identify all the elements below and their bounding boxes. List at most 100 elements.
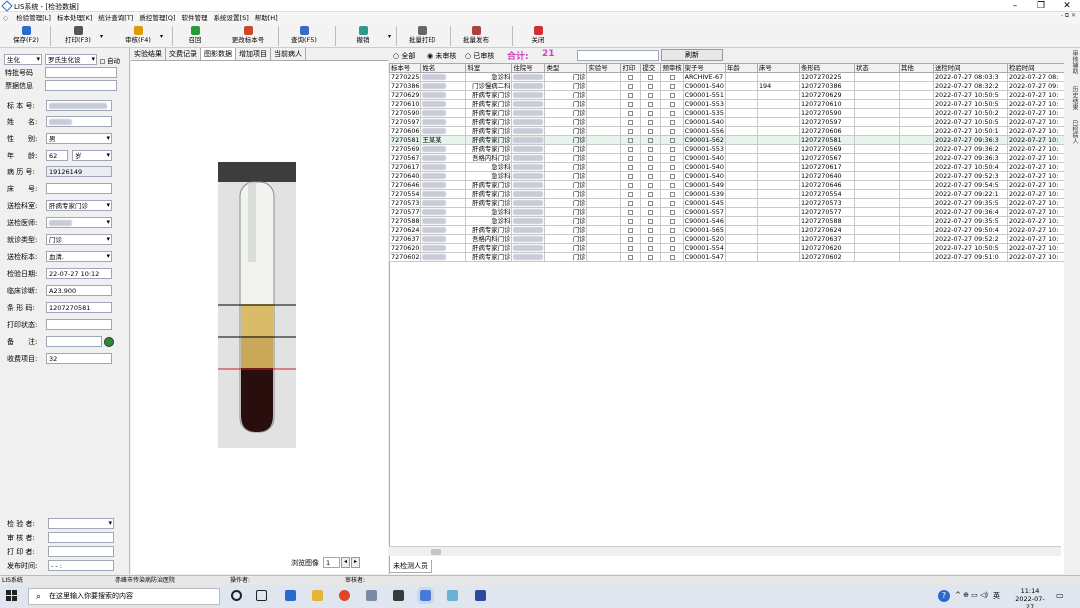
chrome-icon[interactable] [339, 590, 350, 601]
field-input-8[interactable]: 门诊 [46, 234, 112, 245]
field-input-9[interactable]: 血清. [46, 251, 112, 262]
toolbar-button-7[interactable]: 批量打印 [404, 25, 440, 47]
sign-input-2[interactable] [48, 546, 114, 557]
table-row[interactable]: 7270629 肝病专家门诊 门诊 C90001-551 1207270629 2022-… [388, 90, 1066, 100]
tab-1[interactable]: 交费记录 [166, 48, 201, 60]
mdi-controls[interactable]: - ⧉ ✕ [1061, 12, 1076, 20]
row-checkbox[interactable] [628, 83, 634, 89]
toolbar-dropdown-icon-6[interactable]: ▾ [388, 33, 391, 40]
side-tab-0[interactable]: 审核辅助 [1066, 50, 1078, 80]
row-checkbox[interactable] [648, 200, 654, 206]
row-checkbox[interactable] [669, 137, 675, 143]
special-no-input[interactable] [45, 67, 117, 78]
age-unit-select[interactable]: 岁 [72, 150, 112, 161]
table-row[interactable]: 7270606 肝病专家门诊 门诊 C90001-556 1207270606 2022-… [388, 126, 1066, 136]
row-checkbox[interactable] [628, 155, 634, 161]
sign-input-0[interactable] [48, 518, 114, 529]
row-checkbox[interactable] [628, 200, 634, 206]
table-row[interactable]: 7270386 门诊慢病二科 门诊 C90001-540 194 1207270386 20… [388, 81, 1066, 91]
column-header-12[interactable]: 条形码 [798, 63, 855, 73]
row-checkbox[interactable] [669, 83, 675, 89]
row-checkbox[interactable] [628, 218, 634, 224]
browse-image-input[interactable]: 1 [323, 557, 340, 568]
clock[interactable]: 11:14 2022-07-27 [1012, 587, 1048, 608]
side-tab-1[interactable]: 历史结果 [1066, 86, 1078, 116]
tab-2[interactable]: 图影数据 [201, 48, 236, 60]
notification-icon[interactable]: ▭ [1056, 591, 1064, 600]
row-checkbox[interactable] [669, 254, 675, 260]
table-row[interactable]: 7270646 肝病专家门诊 门诊 C90001-549 1207270646 2022-… [388, 180, 1066, 190]
row-checkbox[interactable] [648, 218, 654, 224]
help-icon[interactable]: ? [938, 590, 950, 602]
row-checkbox[interactable] [669, 155, 675, 161]
field-input-4[interactable]: 19126149 [46, 166, 112, 177]
row-checkbox[interactable] [648, 155, 654, 161]
column-header-11[interactable]: 床号 [756, 63, 800, 73]
column-header-15[interactable]: 送检时间 [932, 63, 1008, 73]
column-header-1[interactable]: 姓名 [420, 63, 467, 73]
cortana-icon[interactable] [231, 590, 242, 601]
row-checkbox[interactable] [628, 236, 634, 242]
field-input-3[interactable]: 62 [46, 150, 68, 161]
table-row[interactable]: 7270569 肝病专家门诊 门诊 C90001-553 1207270569 2022-… [388, 144, 1066, 154]
toolbar-dropdown-icon-1[interactable]: ▾ [100, 33, 103, 40]
tab-untested[interactable]: 未检测人员 [389, 560, 432, 573]
tray-icons[interactable]: ^ ⊕ ▭ ◁) [955, 591, 988, 599]
row-checkbox[interactable] [648, 74, 654, 80]
row-checkbox[interactable] [648, 92, 654, 98]
field-input-15[interactable]: 32 [46, 353, 112, 364]
auto-checkbox-box[interactable] [100, 58, 105, 64]
field-input-11[interactable]: A23.900 [46, 285, 112, 296]
row-checkbox[interactable] [669, 236, 675, 242]
field-input-6[interactable]: 肝病专家门诊 [46, 200, 112, 211]
column-header-2[interactable]: 科室 [465, 63, 513, 73]
row-checkbox[interactable] [648, 137, 654, 143]
column-header-0[interactable]: 标本号 [388, 63, 422, 73]
toolbar-button-1[interactable]: 打印(F3) ▾ [56, 25, 103, 47]
app-icon-3[interactable] [447, 590, 458, 601]
toolbar-button-2[interactable]: 审核(F4) ▾ [116, 25, 163, 47]
row-checkbox[interactable] [669, 218, 675, 224]
table-row[interactable]: 7270624 肝病专家门诊 门诊 C90001-565 1207270624 2022-… [388, 225, 1066, 235]
toolbar-dropdown-icon-2[interactable]: ▾ [160, 33, 163, 40]
close-window-button[interactable]: ✕ [1054, 0, 1080, 12]
column-header-13[interactable]: 状态 [853, 63, 900, 73]
column-header-5[interactable]: 实验号 [586, 63, 622, 73]
radio-unreviewed[interactable]: ◉ 未审核 [427, 51, 456, 61]
field-input-2[interactable]: 男 [46, 133, 112, 144]
table-row[interactable]: 7270637 吾格内科门诊 门诊 C90001-520 1207270637 2022-… [388, 234, 1066, 244]
column-header-7[interactable]: 提交 [640, 63, 662, 73]
row-checkbox[interactable] [628, 128, 634, 134]
row-checkbox[interactable] [648, 227, 654, 233]
menu-item-1[interactable]: 标本处理[K] [54, 12, 95, 24]
tab-4[interactable]: 当前病人 [271, 48, 306, 60]
table-row[interactable]: 7270597 肝病专家门诊 门诊 C90001-540 1207270597 2022-… [388, 117, 1066, 127]
column-header-3[interactable]: 住院号 [511, 63, 546, 73]
field-input-12[interactable]: 1207270581 [46, 302, 112, 313]
row-checkbox[interactable] [648, 173, 654, 179]
field-input-13[interactable] [46, 319, 112, 330]
row-checkbox[interactable] [628, 173, 634, 179]
row-checkbox[interactable] [628, 92, 634, 98]
row-checkbox[interactable] [628, 101, 634, 107]
row-checkbox[interactable] [669, 173, 675, 179]
row-checkbox[interactable] [669, 119, 675, 125]
ticket-input[interactable] [45, 80, 117, 91]
row-checkbox[interactable] [628, 254, 634, 260]
column-header-9[interactable]: 架子号 [682, 63, 726, 73]
filter-input[interactable] [577, 50, 659, 61]
tab-3[interactable]: 增加项目 [236, 48, 271, 60]
row-checkbox[interactable] [648, 128, 654, 134]
row-checkbox[interactable] [628, 209, 634, 215]
lis-app-icon[interactable] [417, 587, 434, 604]
row-checkbox[interactable] [669, 209, 675, 215]
row-checkbox[interactable] [669, 110, 675, 116]
table-row[interactable]: 7270610 肝病专家门诊 门诊 C90001-553 1207270610 2022-… [388, 99, 1066, 109]
column-header-14[interactable]: 其他 [898, 63, 934, 73]
task-view-icon[interactable] [256, 590, 267, 601]
table-row[interactable]: 7270581 王某某 肝病专家门诊 门诊 C90001-562 1207270581 20… [388, 135, 1066, 145]
field-input-1[interactable] [46, 116, 112, 127]
next-image-button[interactable]: ▸ [351, 557, 360, 568]
row-checkbox[interactable] [648, 164, 654, 170]
row-checkbox[interactable] [648, 236, 654, 242]
